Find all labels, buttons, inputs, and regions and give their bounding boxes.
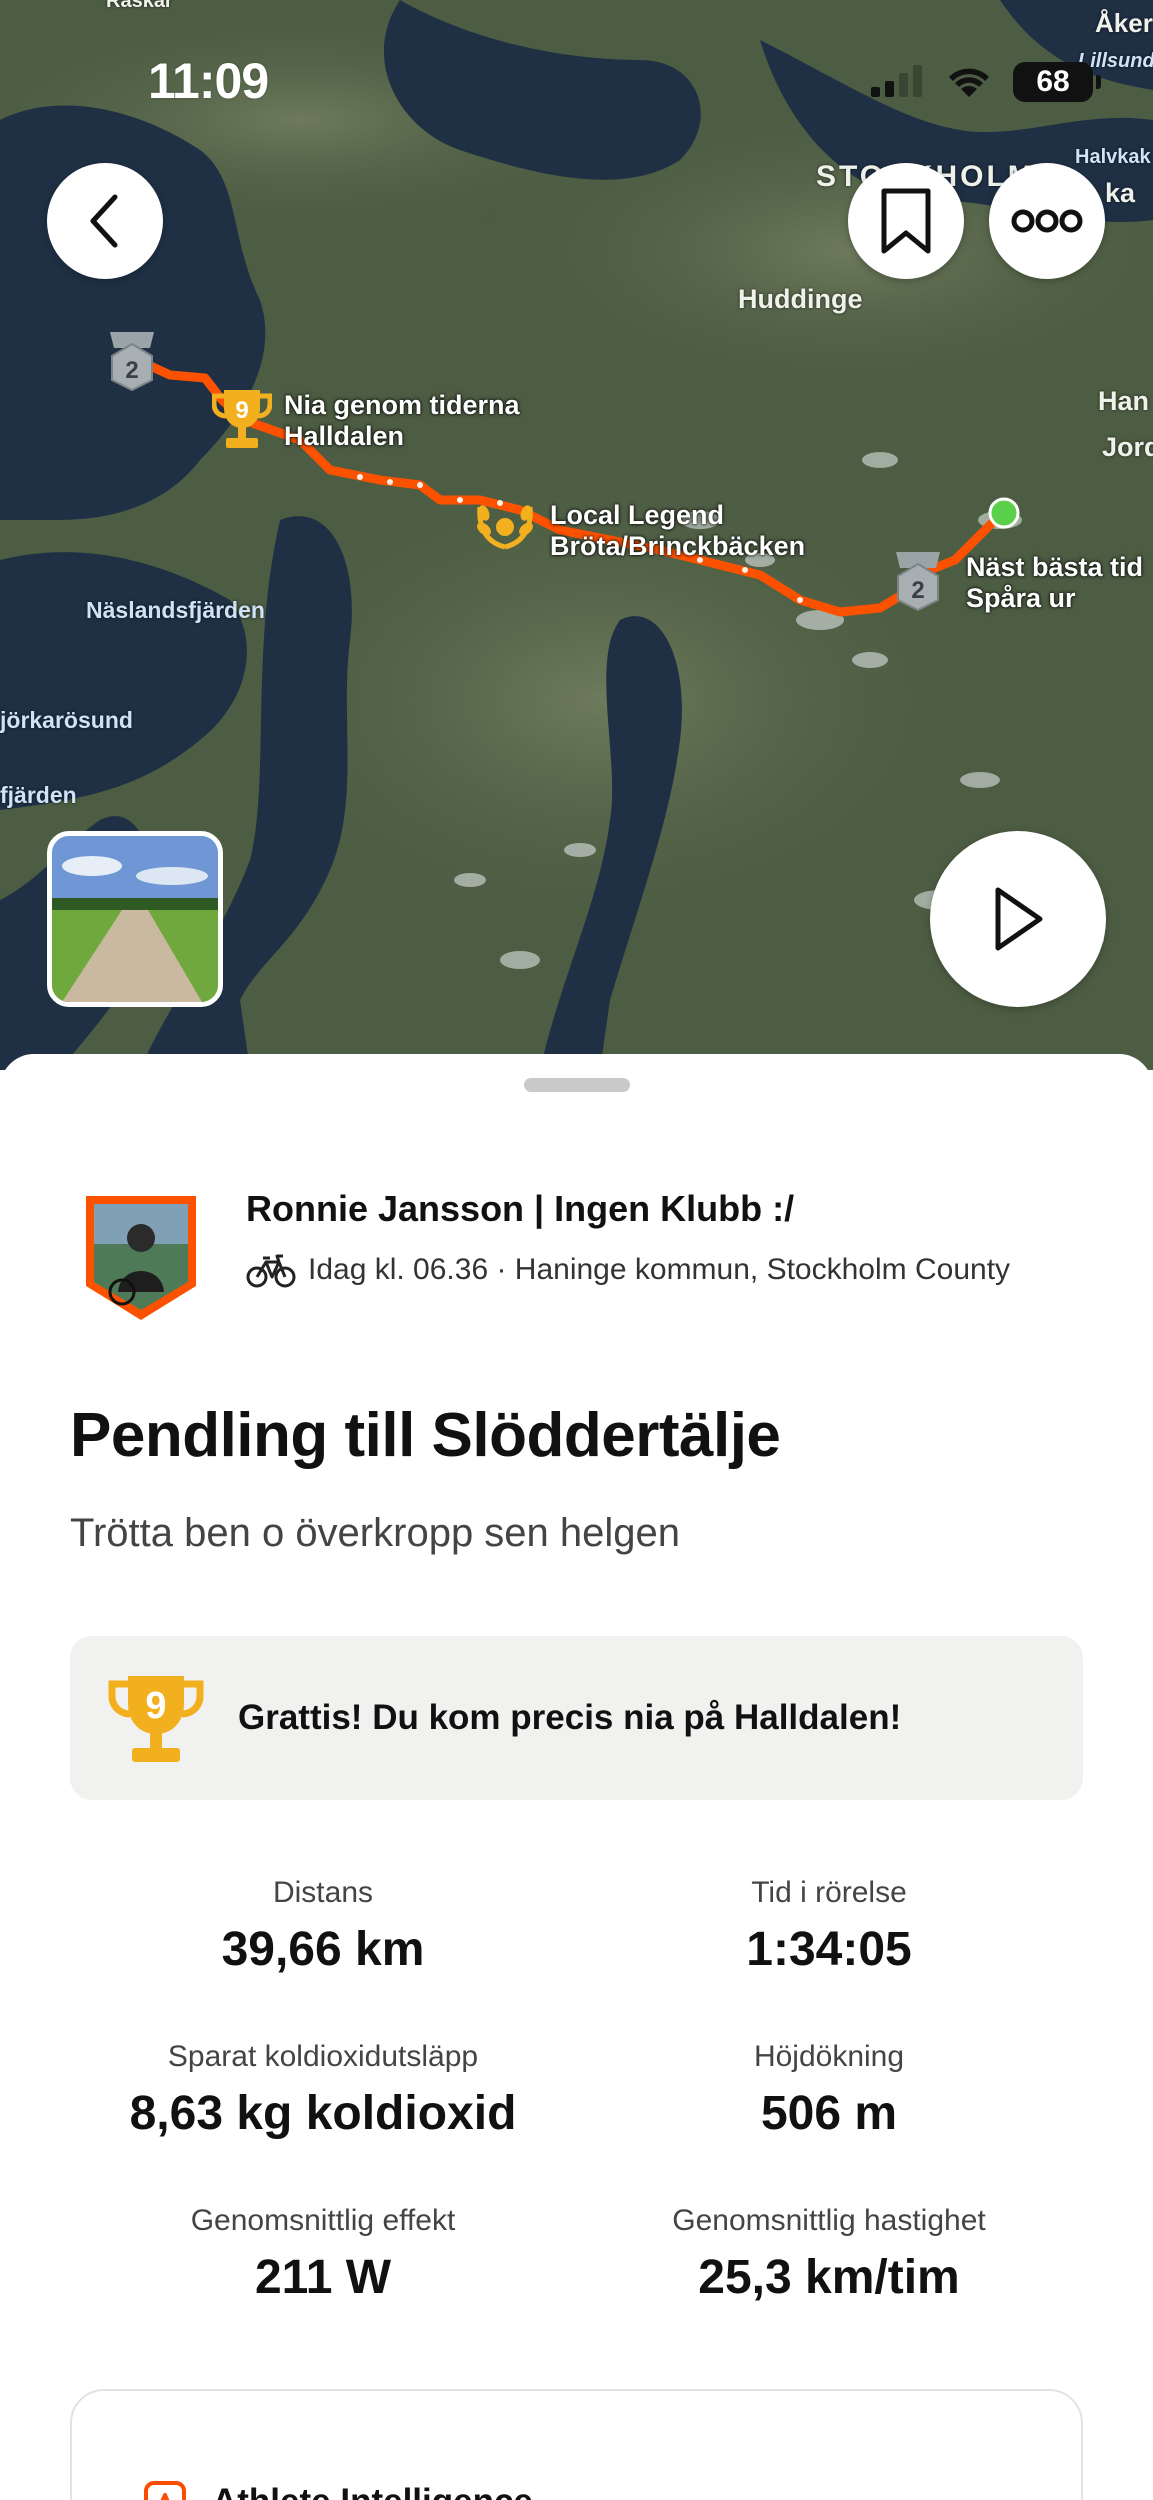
sheet-grabber[interactable] [524,1078,630,1092]
map-label: Näslandsfjärden [86,597,265,623]
stat-label: Genomsnittlig effekt [190,2204,456,2237]
stat-label: Sparat koldioxidutsläpp [167,2040,479,2073]
segment-label-line: Halldalen [284,421,405,452]
stat-value: 1:34:05 [746,1923,912,1976]
strava-logo-icon [144,2481,186,2500]
battery-icon: 68 [1013,62,1101,102]
play-icon [995,887,1043,951]
stat-label: Distans [272,1876,374,1909]
more-icon [1011,209,1083,233]
route-start-marker [988,497,1020,529]
athlete-name[interactable]: Ronnie Jansson | Ingen Klubb :/ [246,1188,794,1230]
bookmark-icon [881,188,931,254]
segment-label-line: Local Legend [550,500,725,530]
activity-description: Trötta ben o överkropp sen helgen [70,1511,681,1555]
stat-value: 8,63 kg koldioxid [129,2087,517,2140]
stat-value: 39,66 km [221,1923,425,1976]
svg-text:9: 9 [235,397,248,424]
activity-sheet: Ronnie Jansson | Ingen Klubb :/ Idag kl.… [0,1054,1153,2500]
stat-value: 211 W [254,2251,392,2304]
map-label: Jord [1102,432,1153,462]
trophy-icon[interactable]: 9 [211,386,273,457]
map-label: Han [1098,386,1150,416]
segment-label-spara-ur[interactable]: Näst bästa tid Spåra ur [966,552,1143,614]
stat-label: Höjdökning [753,2040,905,2073]
map-label: Åker [1095,8,1153,38]
route-map[interactable]: Raskar Åker Lillsund Halvkak ka STOCKHOL… [0,0,1153,1070]
segment-label-line: Spåra ur [966,583,1076,614]
segment-medal-icon[interactable]: 2 [890,550,946,617]
athlete-intelligence-header: Athlete Intelligence [144,2481,533,2500]
stat-distance: Distans 39,66 km [73,1876,573,1977]
stat-label: Tid i rörelse [751,1876,907,1909]
map-label: fjärden [0,782,77,808]
map-label: Huddinge [738,284,863,314]
wifi-icon [949,68,989,97]
map-label: jörkarösund [0,707,133,733]
map-label: Halvkak [1075,146,1151,168]
achievement-banner[interactable]: 9 Grattis! Du kom precis nia på Halldale… [70,1636,1083,1800]
segment-label-brota[interactable]: Local Legend Bröta/Brinckbäcken [550,500,805,562]
segment-label-line: Näst bästa tid [966,552,1144,582]
segment-label-halldalen[interactable]: Nia genom tiderna Halldalen [284,390,520,452]
activity-date-location: Idag kl. 06.36 · Haninge kommun, Stockho… [308,1253,1011,1286]
stat-moving-time: Tid i rörelse 1:34:05 [579,1876,1079,1977]
segment-label-line: Nia genom tiderna [284,390,520,420]
segment-label-line: Bröta/Brinckbäcken [550,531,806,562]
achievement-text: Grattis! Du kom precis nia på Halldalen! [238,1698,902,1737]
back-button[interactable] [47,163,163,279]
local-legend-icon[interactable] [474,497,536,558]
map-label: ka [1105,178,1136,208]
bike-icon [246,1254,296,1288]
chevron-left-icon [90,194,118,248]
athlete-avatar[interactable] [82,1192,200,1324]
save-route-button[interactable] [848,163,964,279]
stat-label: Genomsnittlig hastighet [672,2204,986,2237]
status-icons: 68 [869,62,1101,102]
svg-text:9: 9 [145,1685,166,1727]
svg-text:2: 2 [911,577,924,604]
stat-value: 25,3 km/tim [698,2251,960,2304]
map-label: Raskar [106,0,173,12]
stat-elevation-gain: Höjdökning 506 m [579,2040,1079,2141]
activity-meta: Idag kl. 06.36 · Haninge kommun, Stockho… [246,1250,1010,1290]
status-time: 11:09 [148,53,269,109]
stat-co2-saved: Sparat koldioxidutsläpp 8,63 kg koldioxi… [73,2040,573,2141]
cellular-signal-icon [871,65,922,97]
athlete-intelligence-card[interactable]: Athlete Intelligence [70,2389,1083,2500]
activity-title: Pendling till Slöddertälje [70,1401,781,1470]
stat-value: 506 m [760,2087,898,2140]
segment-medal-icon[interactable]: 2 [104,330,160,397]
gravel-road-photo [52,836,218,1002]
trophy-icon: 9 [108,1676,204,1762]
play-flyover-button[interactable] [930,831,1106,1007]
stat-avg-speed: Genomsnittlig hastighet 25,3 km/tim [579,2204,1079,2305]
more-options-button[interactable] [989,163,1105,279]
stat-avg-power: Genomsnittlig effekt 211 W [73,2204,573,2305]
athlete-intelligence-title: Athlete Intelligence [212,2482,533,2500]
svg-text:2: 2 [125,357,138,384]
activity-photo-thumbnail[interactable] [47,831,223,1007]
